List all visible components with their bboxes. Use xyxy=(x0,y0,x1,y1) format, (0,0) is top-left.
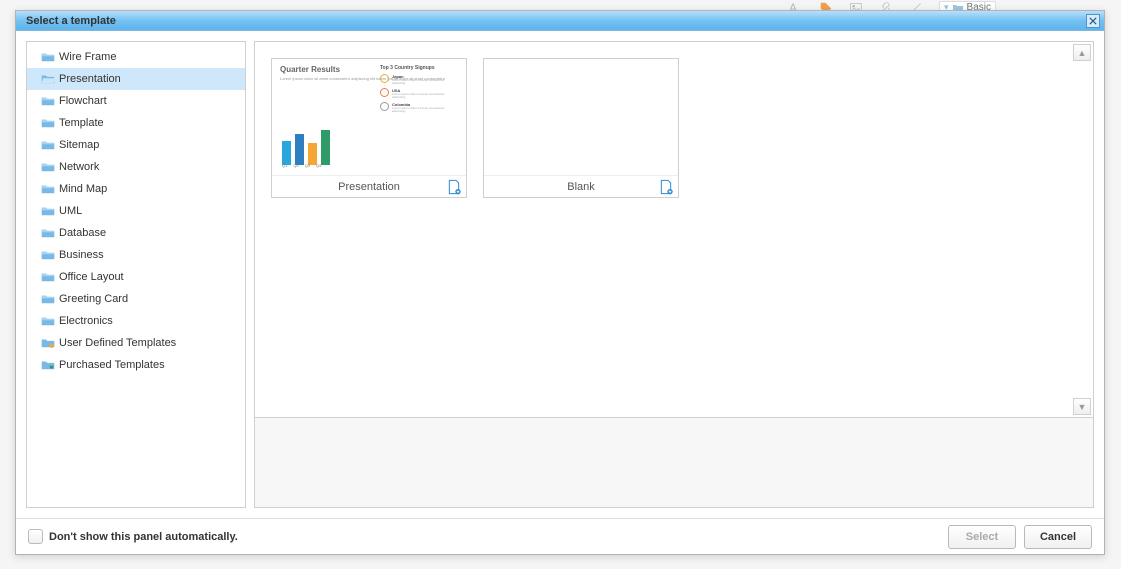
folder-icon xyxy=(41,227,55,239)
thumb-item: ColombiaLorem ipsum dolor sit amet conse… xyxy=(380,102,458,113)
category-network[interactable]: Network xyxy=(27,156,245,178)
new-document-icon[interactable] xyxy=(658,179,674,195)
category-label: Template xyxy=(59,117,104,129)
category-sitemap[interactable]: Sitemap xyxy=(27,134,245,156)
dont-show-checkbox[interactable] xyxy=(28,529,43,544)
chevron-down-icon: ▼ xyxy=(1078,402,1087,412)
scroll-up-button[interactable]: ▲ xyxy=(1073,44,1091,61)
dialog-body: Wire Frame Presentation Flowchart Templa… xyxy=(16,31,1104,518)
category-mind-map[interactable]: Mind Map xyxy=(27,178,245,200)
circle-icon xyxy=(380,88,389,97)
folder-open-icon xyxy=(41,73,55,85)
category-office-layout[interactable]: Office Layout xyxy=(27,266,245,288)
folder-icon xyxy=(41,161,55,173)
template-thumbnail: Quarter Results Lorem ipsum dolor sit am… xyxy=(272,59,466,175)
bar-q1 xyxy=(282,141,291,165)
folder-user-icon xyxy=(41,337,55,349)
thumb-item: JapanLorem ipsum dolor sit amet consecte… xyxy=(380,74,458,85)
folder-icon xyxy=(41,139,55,151)
category-flowchart[interactable]: Flowchart xyxy=(27,90,245,112)
thumb-subtitle: Top 3 Country Signups xyxy=(380,65,458,71)
category-label: Network xyxy=(59,161,99,173)
category-label: Flowchart xyxy=(59,95,107,107)
category-database[interactable]: Database xyxy=(27,222,245,244)
bar-q4 xyxy=(321,130,330,165)
select-template-dialog: Select a template Wire Frame Presentatio… xyxy=(15,10,1105,555)
category-business[interactable]: Business xyxy=(27,244,245,266)
bar-q2 xyxy=(295,134,304,165)
templates-pane: ▲ ▼ Quarter Results Lorem ipsum dolor si… xyxy=(255,42,1093,417)
template-thumbnail xyxy=(484,59,678,175)
category-label: Mind Map xyxy=(59,183,107,195)
folder-cart-icon xyxy=(41,359,55,371)
scroll-down-button[interactable]: ▼ xyxy=(1073,398,1091,415)
dont-show-label: Don't show this panel automatically. xyxy=(49,531,238,543)
dialog-titlebar: Select a template xyxy=(16,11,1104,31)
template-card-footer: Presentation xyxy=(272,175,466,197)
circle-icon xyxy=(380,74,389,83)
category-presentation[interactable]: Presentation xyxy=(27,68,245,90)
category-label: Electronics xyxy=(59,315,113,327)
dont-show-checkbox-row: Don't show this panel automatically. xyxy=(28,529,940,544)
close-button[interactable] xyxy=(1086,14,1100,28)
close-icon xyxy=(1089,17,1097,25)
category-label: Presentation xyxy=(59,73,121,85)
category-label: Sitemap xyxy=(59,139,99,151)
category-purchased-templates[interactable]: Purchased Templates xyxy=(27,354,245,376)
category-wire-frame[interactable]: Wire Frame xyxy=(27,46,245,68)
template-card-footer: Blank xyxy=(484,175,678,197)
category-template[interactable]: Template xyxy=(27,112,245,134)
category-label: Purchased Templates xyxy=(59,359,165,371)
template-main-area: ▲ ▼ Quarter Results Lorem ipsum dolor si… xyxy=(254,41,1094,508)
folder-icon xyxy=(41,249,55,261)
thumb-item: USALorem ipsum dolor sit amet consectetu… xyxy=(380,88,458,99)
circle-icon xyxy=(380,102,389,111)
template-card-presentation[interactable]: Quarter Results Lorem ipsum dolor sit am… xyxy=(271,58,467,198)
chevron-up-icon: ▲ xyxy=(1078,48,1087,58)
category-greeting-card[interactable]: Greeting Card xyxy=(27,288,245,310)
folder-icon xyxy=(41,183,55,195)
category-label: Wire Frame xyxy=(59,51,116,63)
folder-icon xyxy=(41,271,55,283)
folder-icon xyxy=(41,51,55,63)
category-label: UML xyxy=(59,205,82,217)
category-label: Office Layout xyxy=(59,271,124,283)
folder-icon xyxy=(41,117,55,129)
template-label: Presentation xyxy=(338,181,400,193)
dialog-footer: Don't show this panel automatically. Sel… xyxy=(16,518,1104,554)
preview-pane xyxy=(255,417,1093,507)
folder-icon xyxy=(41,293,55,305)
category-label: Business xyxy=(59,249,104,261)
folder-icon xyxy=(41,205,55,217)
bar-q3 xyxy=(308,143,317,165)
category-label: User Defined Templates xyxy=(59,337,176,349)
thumb-xlabels: Q1 Q2 Q3 Q4 xyxy=(282,163,321,168)
template-card-blank[interactable]: Blank xyxy=(483,58,679,198)
category-uml[interactable]: UML xyxy=(27,200,245,222)
folder-icon xyxy=(41,315,55,327)
new-document-icon[interactable] xyxy=(446,179,462,195)
category-label: Greeting Card xyxy=(59,293,128,305)
template-label: Blank xyxy=(567,181,595,193)
select-button[interactable]: Select xyxy=(948,525,1016,549)
cancel-button[interactable]: Cancel xyxy=(1024,525,1092,549)
templates-row: Quarter Results Lorem ipsum dolor sit am… xyxy=(255,42,1093,214)
folder-icon xyxy=(41,95,55,107)
thumb-bars: Q1 Q2 Q3 Q4 xyxy=(282,121,330,165)
category-label: Database xyxy=(59,227,106,239)
category-sidebar[interactable]: Wire Frame Presentation Flowchart Templa… xyxy=(26,41,246,508)
category-electronics[interactable]: Electronics xyxy=(27,310,245,332)
thumb-sidebar: Top 3 Country Signups JapanLorem ipsum d… xyxy=(380,65,458,113)
category-user-defined-templates[interactable]: User Defined Templates xyxy=(27,332,245,354)
dialog-title: Select a template xyxy=(26,15,116,27)
